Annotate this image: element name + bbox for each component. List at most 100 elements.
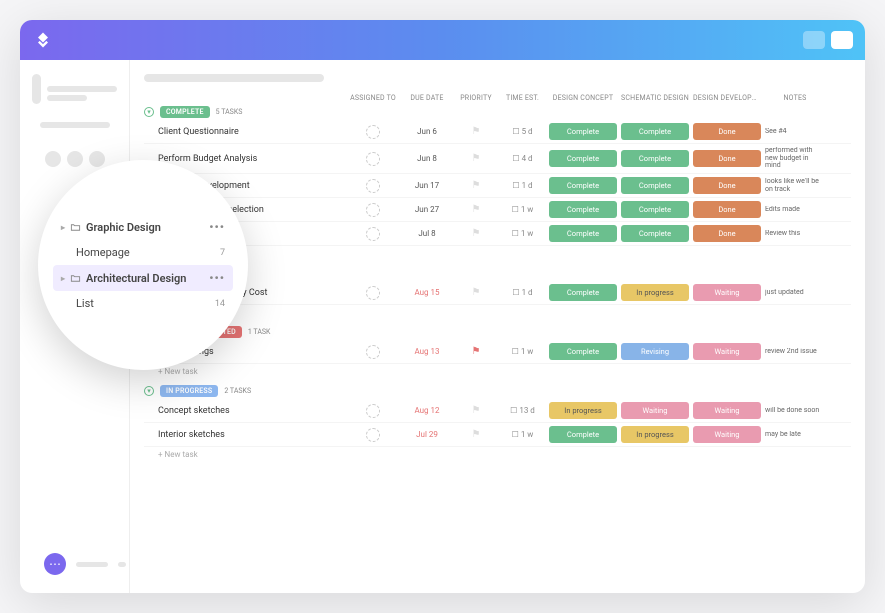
assignee-cell[interactable] bbox=[348, 286, 398, 300]
caret-icon[interactable]: ▸ bbox=[61, 223, 65, 232]
status-pill-design-concept[interactable]: Complete bbox=[549, 343, 617, 360]
notes-cell[interactable]: Edits made bbox=[765, 206, 825, 214]
more-options-icon[interactable]: ••• bbox=[209, 220, 225, 234]
due-date[interactable]: Jul 8 bbox=[402, 229, 452, 238]
assignee-cell[interactable] bbox=[348, 203, 398, 217]
sidebar-tree-item[interactable]: List14 bbox=[53, 291, 233, 316]
task-name[interactable]: Perform Budget Analysis bbox=[144, 154, 344, 164]
time-estimate[interactable]: ☐ 4 d bbox=[500, 154, 545, 163]
col-due[interactable]: DUE DATE bbox=[402, 94, 452, 102]
sidebar-avatar[interactable] bbox=[45, 151, 61, 167]
status-pill-design-concept[interactable]: Complete bbox=[549, 177, 617, 194]
time-estimate[interactable]: ☐ 1 w bbox=[500, 430, 545, 439]
col-design-concept[interactable]: DESIGN CONCEPT bbox=[549, 94, 617, 102]
collapse-toggle[interactable]: ▾ bbox=[144, 107, 154, 117]
col-design-dev[interactable]: DESIGN DEVELOPME... bbox=[693, 94, 761, 102]
task-row[interactable]: Perform Budget Analysis Jun 8 ⚑ ☐ 4 d Co… bbox=[144, 144, 851, 174]
due-date[interactable]: Aug 12 bbox=[402, 406, 452, 415]
assignee-placeholder-icon[interactable] bbox=[366, 404, 380, 418]
col-assigned[interactable]: ASSIGNED TO bbox=[348, 94, 398, 102]
time-estimate[interactable]: ☐ 1 d bbox=[500, 181, 545, 190]
new-task-button[interactable]: + New task bbox=[144, 447, 851, 462]
time-estimate[interactable]: ☐ 1 d bbox=[500, 288, 545, 297]
assignee-placeholder-icon[interactable] bbox=[366, 125, 380, 139]
priority-flag-icon[interactable]: ⚑ bbox=[456, 180, 496, 191]
task-row[interactable]: Client Questionnaire Jun 6 ⚑ ☐ 5 d Compl… bbox=[144, 120, 851, 144]
task-name[interactable]: Client Questionnaire bbox=[144, 127, 344, 137]
notes-cell[interactable]: looks like we'll be on track bbox=[765, 178, 825, 193]
assignee-cell[interactable] bbox=[348, 125, 398, 139]
status-pill-design-concept[interactable]: Complete bbox=[549, 225, 617, 242]
status-pill-schematic[interactable]: Waiting bbox=[621, 402, 689, 419]
sidebar-tree-item[interactable]: Homepage7 bbox=[53, 240, 233, 265]
priority-flag-icon[interactable]: ⚑ bbox=[456, 405, 496, 416]
notes-cell[interactable]: will be done soon bbox=[765, 407, 825, 415]
sidebar-avatar[interactable] bbox=[89, 151, 105, 167]
sidebar-avatar[interactable] bbox=[67, 151, 83, 167]
notes-cell[interactable]: just updated bbox=[765, 289, 825, 297]
due-date[interactable]: Aug 15 bbox=[402, 288, 452, 297]
status-pill-design-dev[interactable]: Done bbox=[693, 201, 761, 218]
chat-bubble-icon[interactable]: ⋯ bbox=[44, 553, 66, 575]
status-pill-schematic[interactable]: Complete bbox=[621, 201, 689, 218]
status-pill-schematic[interactable]: Complete bbox=[621, 225, 689, 242]
new-task-button[interactable]: + New task bbox=[144, 246, 851, 261]
notes-cell[interactable]: performed with new budget in mind bbox=[765, 147, 825, 170]
assignee-placeholder-icon[interactable] bbox=[366, 179, 380, 193]
status-pill-design-concept[interactable]: Complete bbox=[549, 123, 617, 140]
status-pill-schematic[interactable]: In progress bbox=[621, 426, 689, 443]
assignee-placeholder-icon[interactable] bbox=[366, 227, 380, 241]
workspace-avatar[interactable] bbox=[32, 74, 41, 104]
status-badge[interactable]: IN PROGRESS bbox=[160, 385, 218, 397]
due-date[interactable]: Jun 6 bbox=[402, 127, 452, 136]
collapse-toggle[interactable]: ▾ bbox=[144, 386, 154, 396]
col-priority[interactable]: PRIORITY bbox=[456, 94, 496, 102]
priority-flag-icon[interactable]: ⚑ bbox=[456, 429, 496, 440]
more-options-icon[interactable]: ••• bbox=[209, 271, 225, 285]
assignee-placeholder-icon[interactable] bbox=[366, 428, 380, 442]
assignee-cell[interactable] bbox=[348, 345, 398, 359]
status-pill-design-concept[interactable]: Complete bbox=[549, 201, 617, 218]
due-date[interactable]: Jul 29 bbox=[402, 430, 452, 439]
status-pill-design-dev[interactable]: Waiting bbox=[693, 426, 761, 443]
time-estimate[interactable]: ☐ 1 w bbox=[500, 229, 545, 238]
assignee-placeholder-icon[interactable] bbox=[366, 345, 380, 359]
status-pill-design-dev[interactable]: Done bbox=[693, 123, 761, 140]
time-estimate[interactable]: ☐ 1 w bbox=[500, 205, 545, 214]
priority-flag-icon[interactable]: ⚑ bbox=[456, 228, 496, 239]
task-row[interactable]: Site analysis and selection Jun 27 ⚑ ☐ 1… bbox=[144, 198, 851, 222]
caret-icon[interactable]: ▸ bbox=[61, 274, 65, 283]
sidebar-tree-item[interactable]: ▸Graphic Design••• bbox=[53, 214, 233, 240]
status-pill-design-dev[interactable]: Waiting bbox=[693, 343, 761, 360]
status-pill-design-dev[interactable]: Done bbox=[693, 225, 761, 242]
status-pill-design-dev[interactable]: Waiting bbox=[693, 284, 761, 301]
status-pill-schematic[interactable]: Revising bbox=[621, 343, 689, 360]
status-pill-schematic[interactable]: Complete bbox=[621, 150, 689, 167]
assignee-placeholder-icon[interactable] bbox=[366, 152, 380, 166]
assignee-cell[interactable] bbox=[348, 152, 398, 166]
assignee-placeholder-icon[interactable] bbox=[366, 203, 380, 217]
sidebar-tree-item[interactable]: ▸Architectural Design••• bbox=[53, 265, 233, 291]
header-button-2[interactable] bbox=[831, 31, 853, 49]
task-name[interactable]: Interior sketches bbox=[144, 430, 344, 440]
status-pill-design-concept[interactable]: Complete bbox=[549, 150, 617, 167]
due-date[interactable]: Jun 27 bbox=[402, 205, 452, 214]
time-estimate[interactable]: ☐ 1 w bbox=[500, 347, 545, 356]
status-pill-design-concept[interactable]: In progress bbox=[549, 402, 617, 419]
task-row[interactable]: Concept sketches Aug 12 ⚑ ☐ 13 d In prog… bbox=[144, 399, 851, 423]
assignee-cell[interactable] bbox=[348, 428, 398, 442]
header-button-1[interactable] bbox=[803, 31, 825, 49]
priority-flag-icon[interactable]: ⚑ bbox=[456, 346, 496, 357]
assignee-cell[interactable] bbox=[348, 404, 398, 418]
app-logo-icon[interactable] bbox=[32, 29, 54, 51]
priority-flag-icon[interactable]: ⚑ bbox=[456, 287, 496, 298]
status-pill-design-concept[interactable]: Complete bbox=[549, 426, 617, 443]
new-task-button[interactable]: + New task bbox=[144, 305, 851, 320]
status-badge[interactable]: COMPLETE bbox=[160, 106, 210, 118]
status-pill-schematic[interactable]: Complete bbox=[621, 123, 689, 140]
due-date[interactable]: Jun 8 bbox=[402, 154, 452, 163]
assignee-placeholder-icon[interactable] bbox=[366, 286, 380, 300]
task-row[interactable]: Interior sketches Jul 29 ⚑ ☐ 1 w Complet… bbox=[144, 423, 851, 447]
col-time[interactable]: TIME EST. bbox=[500, 94, 545, 102]
notes-cell[interactable]: Review this bbox=[765, 230, 825, 238]
